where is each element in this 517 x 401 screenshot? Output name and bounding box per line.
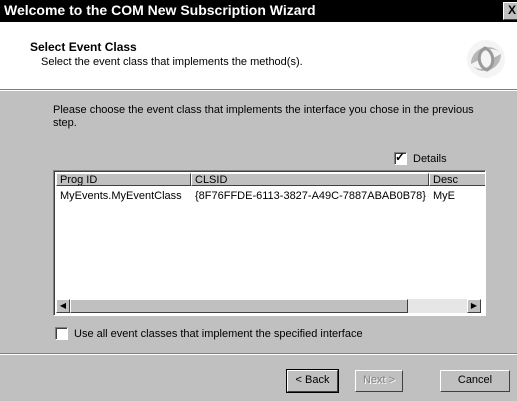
next-button[interactable]: Next >: [355, 370, 403, 392]
event-class-list[interactable]: Prog ID CLSID Desc MyEvents.MyEventClass…: [53, 170, 486, 316]
close-button[interactable]: X: [503, 2, 517, 20]
wizard-window: Welcome to the COM New Subscription Wiza…: [0, 0, 517, 401]
horizontal-scrollbar[interactable]: ◀ ▶: [56, 299, 481, 313]
separator-highlight: [0, 354, 517, 355]
page-subtitle: Select the event class that implements t…: [41, 56, 303, 68]
intro-text: Please choose the event class that imple…: [53, 104, 474, 129]
scroll-left-button[interactable]: ◀: [56, 299, 70, 313]
details-label: Details: [413, 152, 447, 165]
use-all-label: Use all event classes that implement the…: [74, 327, 363, 340]
use-all-checkbox-box[interactable]: [55, 327, 68, 340]
use-all-checkbox[interactable]: Use all event classes that implement the…: [55, 327, 363, 340]
list-item[interactable]: MyEvents.MyEventClass {8F76FFDE-6113-382…: [56, 190, 485, 202]
title-bar: Welcome to the COM New Subscription Wiza…: [0, 0, 517, 22]
details-checkbox-box[interactable]: [394, 150, 407, 165]
window-title: Welcome to the COM New Subscription Wiza…: [4, 2, 316, 18]
column-header-clsid[interactable]: CLSID: [191, 173, 429, 186]
list-header: Prog ID CLSID Desc: [56, 173, 485, 187]
scroll-right-button[interactable]: ▶: [467, 299, 481, 313]
cancel-button[interactable]: Cancel: [440, 370, 510, 392]
list-cell-clsid: {8F76FFDE-6113-3827-A49C-7887ABAB0B78}: [195, 190, 426, 202]
list-cell-progid: MyEvents.MyEventClass: [60, 190, 182, 202]
column-header-progid[interactable]: Prog ID: [56, 173, 191, 186]
scroll-thumb[interactable]: [70, 299, 408, 313]
details-checkbox[interactable]: Details: [394, 150, 447, 165]
back-button[interactable]: < Back: [286, 369, 339, 393]
page-title: Select Event Class: [30, 40, 137, 54]
column-header-description[interactable]: Desc: [429, 173, 485, 186]
com-wizard-swirl-icon: [467, 40, 505, 78]
list-cell-description: MyE: [433, 190, 455, 202]
wizard-header: Select Event Class Select the event clas…: [0, 22, 517, 91]
